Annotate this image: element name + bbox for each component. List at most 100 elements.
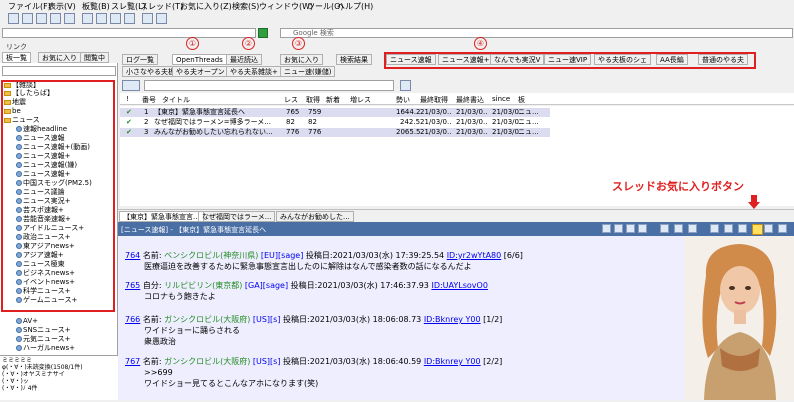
col-since[interactable]: since — [492, 95, 510, 103]
post-date: 投稿日:2021/03/03(水) 17:39:25.54 — [305, 251, 445, 260]
layout-icon[interactable] — [50, 13, 61, 24]
search-icon[interactable] — [142, 13, 153, 24]
board-icon — [16, 345, 22, 351]
thread-favorite-button[interactable] — [752, 224, 763, 235]
table-row[interactable]: ✔ 2 なぜ福岡ではラーメン=博多ラーメ... 82 82 242.5 21/0… — [120, 118, 550, 127]
col-new[interactable]: 新着 — [326, 95, 340, 105]
annotation-fav-label: スレッドお気に入りボタン — [612, 180, 744, 193]
list-toolbar — [120, 80, 794, 92]
tab-recent[interactable]: 最近読込 — [226, 54, 262, 65]
go-button[interactable] — [258, 28, 268, 38]
search-input[interactable]: Google 検索 — [280, 28, 793, 38]
open-icon[interactable] — [8, 13, 19, 24]
viewer-tab[interactable]: 【東京】緊急事態宣言... — [119, 211, 204, 222]
layout-icon[interactable] — [64, 13, 75, 24]
col-last-get[interactable]: 最終取得 — [420, 95, 448, 105]
table-row[interactable]: ✔ 1 【東京】緊急事態宣言延長へ 765 759 1644.2 21/03/0… — [120, 108, 550, 117]
toolbar — [0, 12, 794, 26]
thread-filter-input[interactable] — [144, 80, 394, 91]
menu-boards[interactable]: 板覧(B) — [82, 1, 110, 12]
post-date: 投稿日:2021/03/03(水) 17:46:37.93 — [290, 281, 429, 290]
post-id[interactable]: ID:Bknrey Y00 — [424, 357, 481, 366]
filter-icon[interactable] — [626, 224, 635, 233]
col-last-post[interactable]: 最終書込 — [456, 95, 484, 105]
tab-log-list[interactable]: ログ一覧 — [122, 54, 158, 65]
search-icon[interactable] — [602, 224, 611, 233]
board-icon — [16, 336, 22, 342]
tab-open-threads[interactable]: OpenThreads — [172, 54, 227, 65]
refresh-icon[interactable] — [96, 13, 107, 24]
post-header: 766 名前: ガンシクロビル(大阪府) [US][s] 投稿日:2021/03… — [125, 315, 503, 324]
post-id[interactable]: ID:yr2wYtA80 — [447, 251, 502, 260]
scroll-icon[interactable] — [614, 224, 623, 233]
log-panel: ミミミミミ φ(・∀・)未読変換(1508/1件) (・∀・)オヤスミナサイ (… — [0, 355, 118, 400]
help-icon[interactable] — [156, 13, 167, 24]
tree-board[interactable]: 元気ニュース+ — [16, 335, 71, 344]
menu-favorites[interactable]: お気に入り(Z) — [180, 1, 232, 12]
tab-board-news-ken[interactable]: ニュー速(嫌儲) — [280, 66, 336, 77]
tool-icon[interactable] — [724, 224, 733, 233]
tab-board-small-yaruo[interactable]: 小さなやる夫板 — [122, 66, 179, 77]
close-icon[interactable] — [778, 224, 787, 233]
thread-view: 764 名前: ベンシクロビル(神奈川県) [EU][sage] 投稿日:202… — [118, 236, 684, 400]
post-id[interactable]: ID:UAYLsovO0 — [431, 281, 487, 290]
board-icon[interactable] — [82, 13, 93, 24]
arrow-down-icon — [748, 195, 760, 209]
menu-window[interactable]: ウィンドウ(W) — [259, 1, 313, 12]
tree-board[interactable]: ハーガルnews+ — [16, 344, 75, 353]
col-got[interactable]: 取得 — [306, 95, 320, 105]
window-icon[interactable] — [124, 13, 135, 24]
menu-help[interactable]: ヘルプ(H) — [337, 1, 373, 12]
post-number[interactable]: 766 — [125, 315, 140, 324]
menu-file[interactable]: ファイル(F) — [8, 1, 51, 12]
tab-favorites[interactable]: お気に入り — [280, 54, 323, 65]
tab-favorites[interactable]: お気に入り — [38, 52, 81, 63]
annotation-circle-2: ② — [242, 37, 255, 50]
viewer-tab[interactable]: なぜ福岡ではラーメ... — [198, 211, 276, 222]
log-line: (・∀・)オヤスミナサイ — [2, 371, 65, 378]
col-speed[interactable]: 勢い — [396, 95, 410, 105]
menu-view[interactable]: 表示(V) — [48, 1, 76, 12]
note-icon[interactable] — [738, 224, 747, 233]
viewer-tab[interactable]: みんながお勧めした... — [276, 211, 354, 222]
table-row[interactable]: ✔ 3 みんながお勧めしたい忘れられない... 776 776 2065.5 2… — [120, 128, 550, 137]
window-icon[interactable] — [764, 224, 773, 233]
filter-icon[interactable] — [122, 80, 140, 91]
tab-board-yaruo-chat[interactable]: やる夫系雑談+ — [226, 66, 282, 77]
post-id[interactable]: ID:Bknrey Y00 — [424, 315, 481, 324]
col-board[interactable]: 板 — [518, 95, 525, 105]
layout-icon[interactable] — [36, 13, 47, 24]
board-icon — [16, 327, 22, 333]
post-number[interactable]: 764 — [125, 251, 140, 260]
annotation-circle-3: ③ — [292, 37, 305, 50]
post-mail: [EU][sage] — [260, 251, 304, 260]
col-number[interactable]: 番号 — [142, 95, 156, 105]
tree-board[interactable]: SNSニュース+ — [16, 326, 71, 335]
col-title[interactable]: タイトル — [162, 95, 190, 105]
reload-icon[interactable] — [660, 224, 669, 233]
tree-filter-input[interactable] — [2, 66, 116, 76]
bookmark-icon[interactable] — [674, 224, 683, 233]
col-inc[interactable]: 増レス — [350, 95, 371, 105]
post-date: 投稿日:2021/03/03(水) 18:06:40.59 — [283, 357, 422, 366]
address-input[interactable] — [2, 28, 256, 38]
col-mark[interactable]: ! — [126, 95, 129, 103]
ref-icon[interactable] — [638, 224, 647, 233]
tree-board[interactable]: AV+ — [16, 317, 38, 326]
col-res[interactable]: レス — [284, 95, 298, 105]
post-number[interactable]: 765 — [125, 281, 140, 290]
refresh-icon[interactable] — [400, 80, 411, 91]
menu-thread[interactable]: スレッド(T) — [140, 1, 183, 12]
reply-icon[interactable] — [688, 224, 697, 233]
edit-icon[interactable] — [710, 224, 719, 233]
tab-board-yaruo-open[interactable]: やる夫オープン — [172, 66, 229, 77]
tab-search-results[interactable]: 検索結果 — [336, 54, 372, 65]
tab-board-list[interactable]: 板一覧 — [2, 52, 31, 63]
tab-viewing[interactable]: 閲覧中 — [80, 52, 109, 63]
list-icon[interactable] — [110, 13, 121, 24]
post-name: ベンシクロビル(神奈川県) — [164, 251, 259, 260]
post-number[interactable]: 767 — [125, 357, 140, 366]
post-body: ワイドショーに踊らされる 衆愚政治 — [144, 326, 240, 346]
menu-search[interactable]: 検索(S) — [232, 1, 259, 12]
layout-icon[interactable] — [22, 13, 33, 24]
